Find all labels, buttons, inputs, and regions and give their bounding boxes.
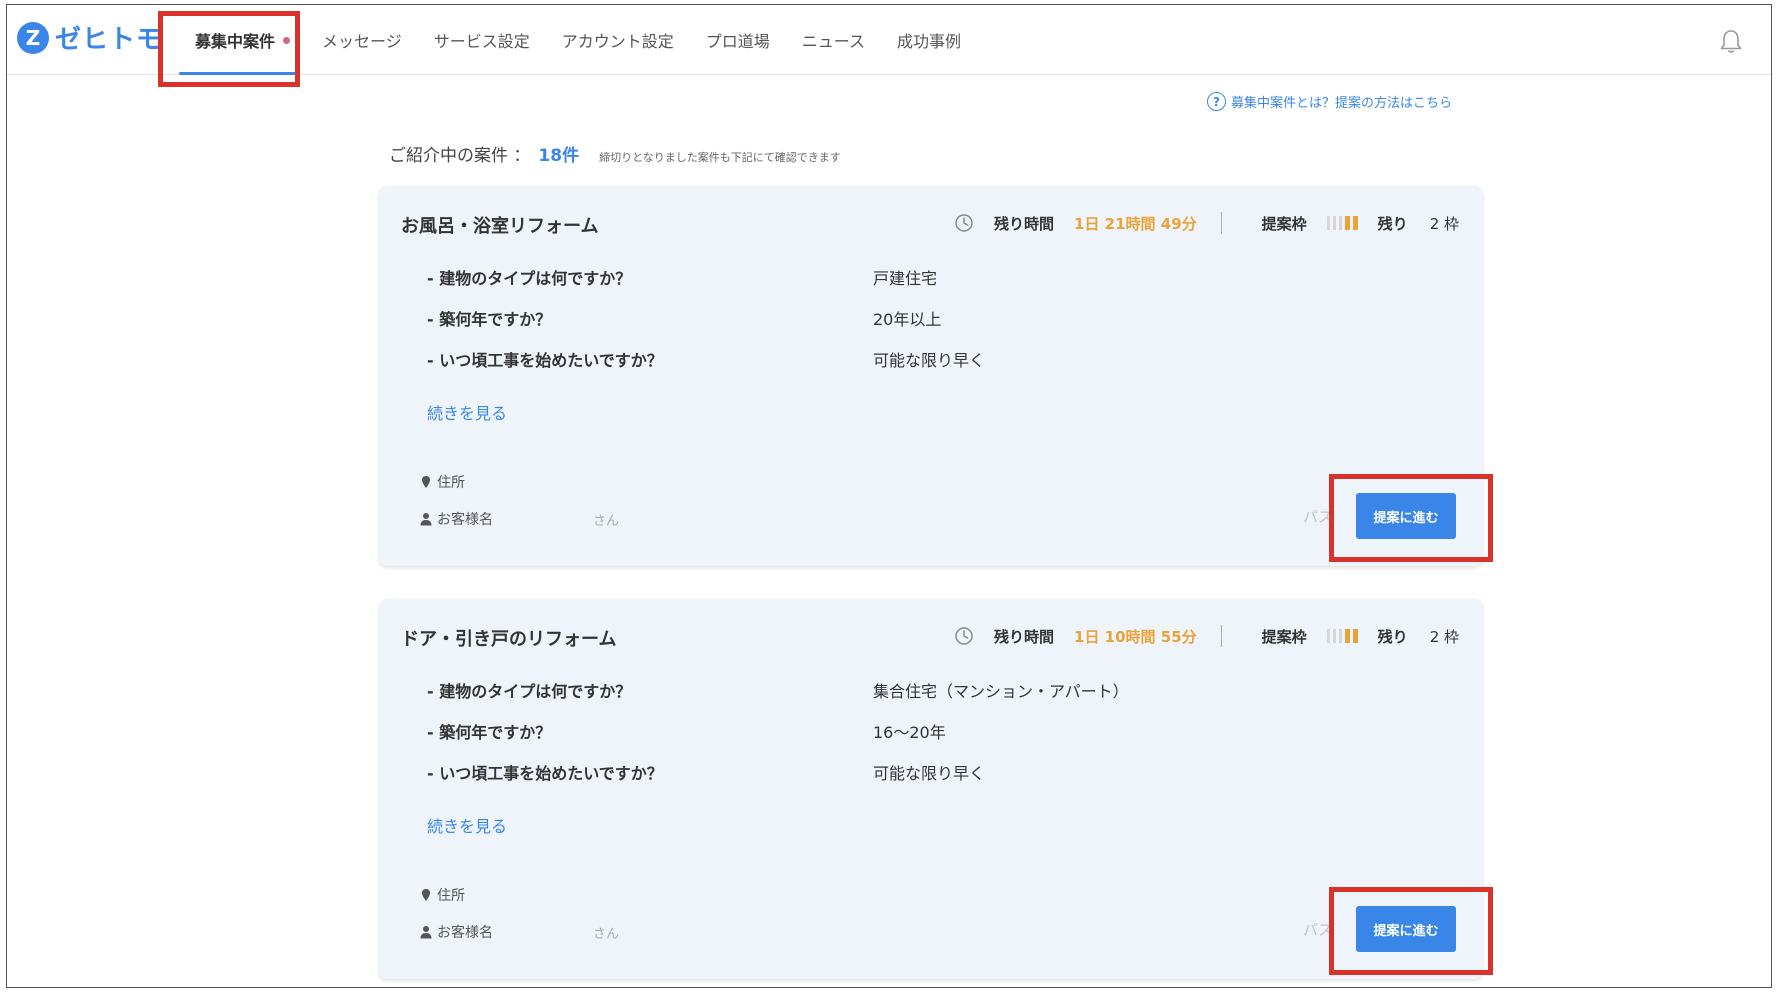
tab-pro-dojo-label: プロ道場	[705, 32, 770, 51]
help-link[interactable]: ? 募集中案件とは？提案の方法はこちら	[1207, 92, 1452, 111]
tab-news-label: ニュース	[801, 32, 865, 51]
question: - 築何年ですか？	[427, 723, 552, 742]
qa-row: - いつ頃工事を始めたいですか？ 可能な限り早く	[427, 347, 985, 371]
summary-note: 締切りとなりました案件も下記にて確認できます	[599, 151, 841, 164]
remaining-label: 残り	[1377, 214, 1408, 233]
slot-used	[1332, 216, 1336, 230]
address-label: 住所	[437, 888, 465, 904]
question-circle-icon: ?	[1207, 92, 1226, 111]
answer: 可能な限り早く	[873, 764, 986, 783]
person-icon	[420, 513, 432, 526]
answer: 集合住宅（マンション・アパート）	[873, 682, 1129, 701]
logo-mark-icon: Z	[17, 21, 49, 54]
time-label: 残り時間	[994, 627, 1055, 646]
qa-row: - 築何年ですか？ 16〜20年	[427, 719, 946, 743]
job-card: ドア・引き戸のリフォーム 残り時間 1日 10時間 55分 提案枠 残り 2 枠…	[379, 599, 1483, 979]
qa-row: - 建物のタイプは何ですか？ 戸建住宅	[427, 265, 937, 289]
tab-pro-dojo[interactable]: プロ道場	[690, 5, 786, 75]
tab-messages[interactable]: メッセージ	[306, 5, 418, 75]
summary-count: 18件	[538, 146, 580, 166]
tab-news[interactable]: ニュース	[786, 5, 881, 75]
address-row: 住所	[419, 885, 465, 905]
time-label: 残り時間	[994, 214, 1055, 233]
job-meta: 残り時間 1日 21時間 49分 提案枠 残り 2 枠	[954, 212, 1459, 234]
slot-used	[1332, 629, 1336, 643]
pass-link[interactable]: パス	[1303, 506, 1333, 527]
person-icon	[420, 926, 432, 939]
slot-used	[1326, 216, 1330, 230]
listing-summary: ご紹介中の案件 ： 18件 締切りとなりました案件も下記にて確認できます	[389, 141, 841, 166]
answer: 戸建住宅	[873, 269, 938, 288]
address-row: 住所	[419, 472, 465, 492]
tab-recruiting[interactable]: 募集中案件	[179, 5, 306, 75]
bell-icon[interactable]	[1719, 29, 1743, 55]
question: - 築何年ですか？	[427, 310, 552, 329]
answer: 16〜20年	[873, 723, 946, 742]
proceed-to-proposal-button[interactable]: 提案に進む	[1356, 493, 1456, 539]
location-pin-icon	[422, 476, 430, 488]
help-link-text: 募集中案件とは？提案の方法はこちら	[1231, 96, 1453, 111]
slot-available	[1352, 216, 1358, 230]
customer-row: お客様名 さん	[419, 509, 619, 529]
qa-row: - 築何年ですか？ 20年以上	[427, 306, 941, 330]
slot-available	[1352, 629, 1358, 643]
top-header: Z ゼヒトモ 募集中案件 メッセージ サービス設定 アカウント設定 プロ道場 ニ…	[7, 5, 1771, 75]
job-meta: 残り時間 1日 10時間 55分 提案枠 残り 2 枠	[954, 625, 1459, 647]
logo[interactable]: Z ゼヒトモ	[17, 19, 163, 56]
job-card: お風呂・浴室リフォーム 残り時間 1日 21時間 49分 提案枠 残り 2 枠 …	[379, 186, 1483, 566]
time-remaining: 1日 21時間 49分	[1074, 214, 1197, 233]
see-more-link[interactable]: 続きを見る	[427, 813, 507, 837]
main-nav: 募集中案件 メッセージ サービス設定 アカウント設定 プロ道場 ニュース 成功事…	[179, 5, 977, 75]
logo-text: ゼヒトモ	[55, 25, 164, 55]
location-pin-icon	[422, 889, 430, 901]
notification-dot-icon	[283, 36, 291, 44]
tab-account-settings[interactable]: アカウント設定	[546, 5, 690, 75]
tab-service-settings[interactable]: サービス設定	[418, 5, 546, 75]
question: - いつ頃工事を始めたいですか？	[427, 764, 663, 783]
answer: 可能な限り早く	[873, 351, 986, 370]
answer: 20年以上	[873, 310, 942, 329]
pass-link[interactable]: パス	[1303, 919, 1333, 940]
slot-used	[1338, 629, 1342, 643]
time-remaining: 1日 10時間 55分	[1074, 627, 1197, 646]
customer-suffix: さん	[593, 513, 620, 529]
job-title: お風呂・浴室リフォーム	[401, 216, 599, 237]
tab-service-settings-label: サービス設定	[433, 32, 530, 51]
tab-messages-label: メッセージ	[322, 32, 402, 51]
customer-label: お客様名	[437, 512, 493, 528]
clock-icon	[955, 214, 973, 232]
proceed-to-proposal-button[interactable]: 提案に進む	[1356, 906, 1456, 952]
meta-divider	[1220, 212, 1222, 234]
job-title: ドア・引き戸のリフォーム	[401, 629, 617, 650]
question: - いつ頃工事を始めたいですか？	[427, 351, 663, 370]
address-label: 住所	[437, 475, 465, 491]
clock-icon	[955, 627, 973, 645]
slot-used	[1326, 629, 1330, 643]
slot-used	[1338, 216, 1342, 230]
summary-label: ご紹介中の案件 ：	[389, 146, 531, 166]
customer-suffix: さん	[593, 926, 620, 942]
tab-recruiting-label: 募集中案件	[195, 32, 276, 51]
question: - 建物のタイプは何ですか？	[427, 269, 632, 288]
app-window: Z ゼヒトモ 募集中案件 メッセージ サービス設定 アカウント設定 プロ道場 ニ…	[6, 4, 1772, 988]
meta-divider	[1220, 625, 1222, 647]
qa-row: - 建物のタイプは何ですか？ 集合住宅（マンション・アパート）	[427, 678, 1129, 702]
qa-row: - いつ頃工事を始めたいですか？ 可能な限り早く	[427, 760, 985, 784]
slots-label: 提案枠	[1261, 214, 1307, 233]
customer-label: お客様名	[437, 925, 493, 941]
tab-success-stories[interactable]: 成功事例	[881, 5, 977, 75]
remaining-value: 2 枠	[1429, 214, 1459, 233]
slots-bar	[1326, 216, 1358, 230]
slots-label: 提案枠	[1261, 627, 1307, 646]
slot-available	[1344, 216, 1350, 230]
tab-success-stories-label: 成功事例	[896, 32, 961, 51]
slot-available	[1344, 629, 1350, 643]
see-more-link[interactable]: 続きを見る	[427, 400, 507, 424]
slots-bar	[1326, 629, 1358, 643]
remaining-value: 2 枠	[1429, 627, 1459, 646]
remaining-label: 残り	[1377, 627, 1408, 646]
tab-account-settings-label: アカウント設定	[561, 32, 674, 51]
question: - 建物のタイプは何ですか？	[427, 682, 632, 701]
customer-row: お客様名 さん	[419, 922, 619, 942]
